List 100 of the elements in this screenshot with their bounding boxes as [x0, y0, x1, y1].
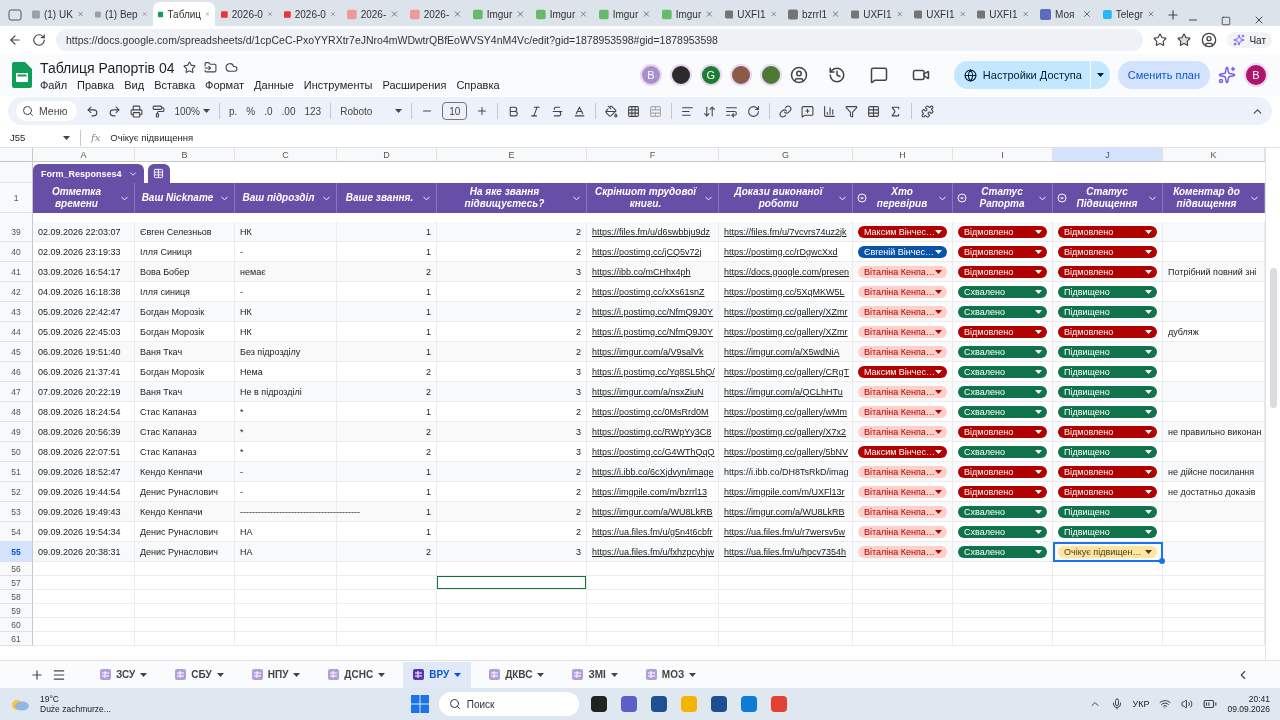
status-chip[interactable]: Відмовлено [958, 425, 1047, 438]
strikethrough-icon[interactable] [551, 104, 565, 118]
link[interactable]: https://files.fm/u/7vcvrs74uz2jk [724, 226, 847, 237]
link[interactable]: https://imgur.com/a/QCLhHTu [724, 386, 843, 397]
sheet-tab[interactable]: ДКВС [479, 661, 555, 688]
vertical-align-icon[interactable] [703, 104, 717, 118]
favorites-icon[interactable] [1177, 33, 1192, 47]
table-menu-button[interactable] [147, 164, 170, 183]
fill-color-icon[interactable] [605, 104, 619, 118]
status-chip[interactable]: Підвищено [1058, 285, 1157, 298]
column-header[interactable]: B [135, 148, 235, 162]
row-number[interactable]: 60 [0, 618, 33, 632]
taskbar-app-icon[interactable] [588, 694, 609, 714]
link-icon[interactable] [779, 104, 793, 118]
row-number[interactable]: 47 [0, 382, 33, 402]
filter-icon[interactable] [845, 104, 859, 118]
comment-icon[interactable] [869, 66, 888, 84]
link[interactable]: https://ua.files.fm/u/g5n4t6cbfr [592, 526, 713, 537]
browser-tab[interactable]: Таблиц [153, 2, 215, 26]
table-icon[interactable] [867, 104, 881, 118]
browser-tab[interactable]: UXFI1 [909, 2, 971, 26]
document-title[interactable]: Таблиця Рапортів 04 [40, 59, 175, 76]
column-header[interactable]: K [1163, 148, 1265, 162]
link[interactable]: https://postimg.cc/0MsRrd0M [592, 406, 709, 417]
increase-decimal-button[interactable]: .00 [281, 105, 296, 117]
italic-icon[interactable] [529, 104, 543, 118]
merge-cells-icon[interactable] [649, 104, 663, 118]
row-number[interactable]: 50 [0, 442, 33, 462]
star-icon[interactable] [182, 61, 196, 74]
status-chip[interactable]: Схвалено [958, 365, 1047, 378]
text-rotation-icon[interactable] [747, 104, 761, 118]
row-number[interactable]: 40 [0, 242, 33, 262]
sheet-tab[interactable]: ЗМІ [562, 661, 628, 688]
status-chip[interactable]: Підвищено [1058, 405, 1157, 418]
reviewer-chip[interactable]: Віталіна Кенпа… [858, 525, 947, 538]
column-header[interactable]: F [587, 148, 719, 162]
cloud-icon[interactable] [224, 61, 238, 74]
align-left-icon[interactable] [681, 104, 695, 118]
row-number[interactable]: 51 [0, 462, 33, 482]
row-number[interactable]: 43 [0, 302, 33, 322]
status-chip[interactable]: Відмовлено [1058, 485, 1157, 498]
print-icon[interactable] [130, 104, 144, 118]
link[interactable]: https://ua.files.fm/u/fxhzpcyhjw [592, 546, 715, 557]
status-chip[interactable]: Відмовлено [958, 245, 1047, 258]
borders-icon[interactable] [627, 104, 641, 118]
status-chip[interactable]: Схвалено [958, 545, 1047, 558]
row-number[interactable]: 57 [0, 576, 33, 590]
menu-item[interactable]: Правка [77, 78, 115, 91]
status-chip[interactable]: Підвищено [1058, 445, 1157, 458]
column-header[interactable]: D [337, 148, 437, 162]
link[interactable]: https://postimg.cc/gallery/5bNV [724, 446, 849, 457]
row-number[interactable]: 56 [0, 562, 33, 576]
status-chip[interactable]: Відмовлено [1058, 245, 1157, 258]
status-chip[interactable]: Відмовлено [1058, 425, 1157, 438]
row-number[interactable]: 45 [0, 342, 33, 362]
link[interactable]: https://imgur.com/a/V9salVk [592, 346, 704, 357]
chat-button[interactable]: Чат [1227, 32, 1272, 48]
fill-handle[interactable] [1159, 558, 1165, 564]
link[interactable]: https://ua.files.fm/u/hpcv7354h [724, 546, 847, 557]
reviewer-chip[interactable]: Віталіна Кенпа… [858, 305, 947, 318]
status-chip[interactable]: Відмовлено [1058, 465, 1157, 478]
status-chip[interactable]: Підвищено [1058, 525, 1157, 538]
link[interactable]: https://imgur.com/a/WU8LkRB [592, 506, 713, 517]
status-chip[interactable]: Схвалено [958, 285, 1047, 298]
link[interactable]: https://postimg.cc/jCQ5v72j [592, 246, 702, 257]
status-chip[interactable]: Підвищено [1058, 505, 1157, 518]
sparkle-icon[interactable] [1218, 66, 1236, 84]
name-box[interactable]: J55 [10, 132, 70, 143]
browser-tab[interactable]: Imgur [468, 2, 530, 26]
close-icon[interactable] [1253, 14, 1265, 26]
menu-item[interactable]: Инструменты [303, 78, 373, 91]
row-number[interactable]: 44 [0, 322, 33, 342]
row-number[interactable]: 46 [0, 362, 33, 382]
sheet-tab[interactable]: ЗСУ [90, 661, 158, 688]
address-field[interactable]: https://docs.google.com/spreadsheets/d/1cpCeC-PxoYYRXtr7eJNro4mWDwtrQBfEoWVSY4nM4Vc/edit?gid=1878953598#gid=1878953598 [56, 29, 1144, 51]
language-indicator[interactable]: УКР [1132, 699, 1150, 709]
status-chip[interactable]: Схвалено [958, 345, 1047, 358]
reviewer-chip[interactable]: Максим Вінчес… [858, 225, 947, 238]
link[interactable]: https://postimg.cc/gallery/X7x2 [724, 426, 847, 437]
font-size-field[interactable]: 10 [442, 102, 468, 120]
row-number[interactable]: 1 [0, 183, 33, 213]
row-number[interactable]: 39 [0, 222, 33, 242]
status-chip[interactable]: Схвалено [958, 505, 1047, 518]
status-chip[interactable]: Відмовлено [958, 325, 1047, 338]
status-chip[interactable]: Схвалено [958, 385, 1047, 398]
currency-format-button[interactable]: р. [228, 105, 238, 117]
wrap-text-icon[interactable] [725, 104, 739, 118]
browser-tab[interactable]: 2026-0 [279, 2, 341, 26]
star-icon[interactable] [1153, 33, 1168, 47]
status-chip[interactable]: Підвищено [1058, 305, 1157, 318]
move-icon[interactable] [203, 61, 217, 74]
plus-icon[interactable] [476, 105, 489, 117]
reviewer-chip[interactable]: Євгеній Вінчес… [858, 245, 947, 258]
microphone-icon[interactable] [1110, 698, 1123, 710]
reviewer-chip[interactable]: Віталіна Кенпа… [858, 405, 947, 418]
status-chip[interactable]: Відмовлено [958, 465, 1047, 478]
reviewer-chip[interactable]: Віталіна Кенпа… [858, 485, 947, 498]
link[interactable]: https://ibb.co/mCHhx4ph [592, 266, 691, 277]
link[interactable]: https://postimg.cc/xXs61snZ [592, 286, 705, 297]
back-icon[interactable] [8, 33, 22, 47]
